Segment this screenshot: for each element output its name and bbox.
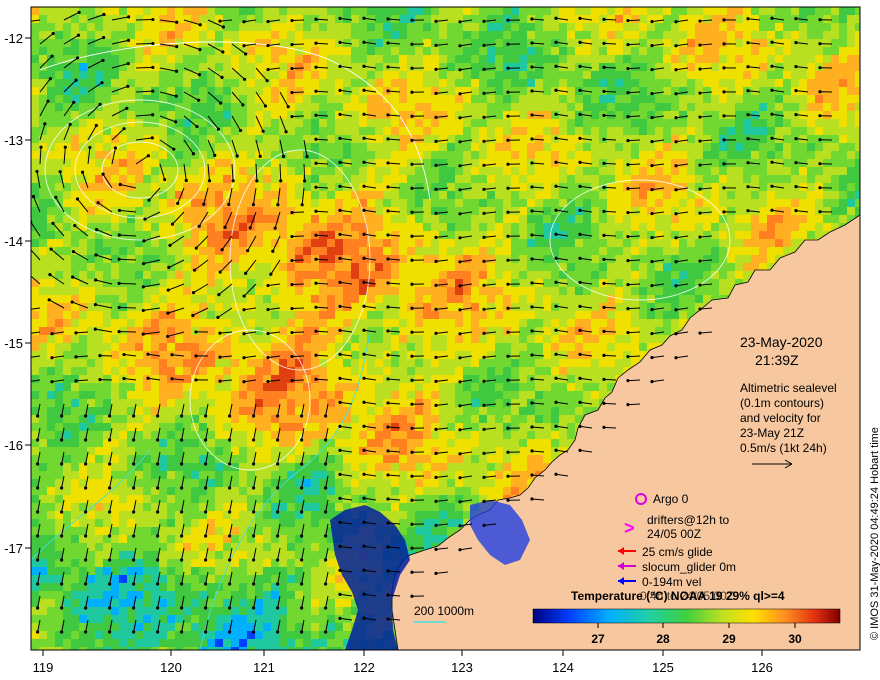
- time-label: 21:39Z: [755, 352, 799, 368]
- x-tick-label: 120: [160, 660, 182, 675]
- date-label: 23-May-2020: [740, 334, 823, 350]
- argo-label: Argo 0: [653, 492, 689, 506]
- altimetry-line-4: 23-May 21Z: [740, 426, 804, 440]
- y-tick-label: -15: [4, 336, 23, 351]
- ocean-map: 119 120 121 122 123 124 125 126 -12 -13 -14 -15 -16…: [4, 6, 880, 675]
- altimetry-line-1: Altimetric sealevel: [740, 381, 837, 395]
- x-tick-label: 125: [652, 660, 674, 675]
- y-tick-label: -12: [4, 31, 23, 46]
- colorbar-tick-label: 29: [722, 632, 736, 646]
- x-tick-label: 123: [451, 660, 473, 675]
- drifter-chevron-icon: >: [624, 518, 635, 538]
- colorbar-tick-label: 30: [788, 632, 802, 646]
- glide-label: 25 cm/s glide: [642, 545, 713, 559]
- colorbar-title: Temperature (°C) NOAA 19 29% ql>=4: [571, 589, 785, 603]
- drifters-line-2: 24/05 00Z: [647, 527, 701, 541]
- colorbar-tick-label: 28: [656, 632, 670, 646]
- slocum-label: slocum_glider 0m: [642, 560, 736, 574]
- x-tick-label: 122: [353, 660, 375, 675]
- y-tick-label: -13: [4, 133, 23, 148]
- y-tick-label: -16: [4, 438, 23, 453]
- x-tick-label: 119: [33, 660, 54, 675]
- x-axis: 119 120 121 122 123 124 125 126: [33, 650, 773, 675]
- colorbar-tick-label: 27: [591, 632, 605, 646]
- altimetry-line-3: and velocity for: [740, 411, 821, 425]
- isobath-label: 200 1000m: [414, 604, 474, 618]
- x-tick-label: 121: [253, 660, 275, 675]
- y-tick-label: -14: [4, 234, 23, 249]
- altimetry-line-5: 0.5m/s (1kt 24h): [740, 441, 827, 455]
- x-tick-label: 124: [552, 660, 574, 675]
- y-axis: -12 -13 -14 -15 -16 -17: [4, 31, 31, 556]
- altimetry-line-2: (0.1m contours): [740, 396, 824, 410]
- credit-text: © IMOS 31-May-2020 04:49:24 Hobart time: [869, 427, 880, 640]
- velocity-label: 0-194m vel: [642, 575, 701, 589]
- x-tick-label: 126: [751, 660, 773, 675]
- drifters-line-1: drifters@12h to: [647, 513, 730, 527]
- y-tick-label: -17: [4, 541, 23, 556]
- colorbar: [532, 608, 841, 624]
